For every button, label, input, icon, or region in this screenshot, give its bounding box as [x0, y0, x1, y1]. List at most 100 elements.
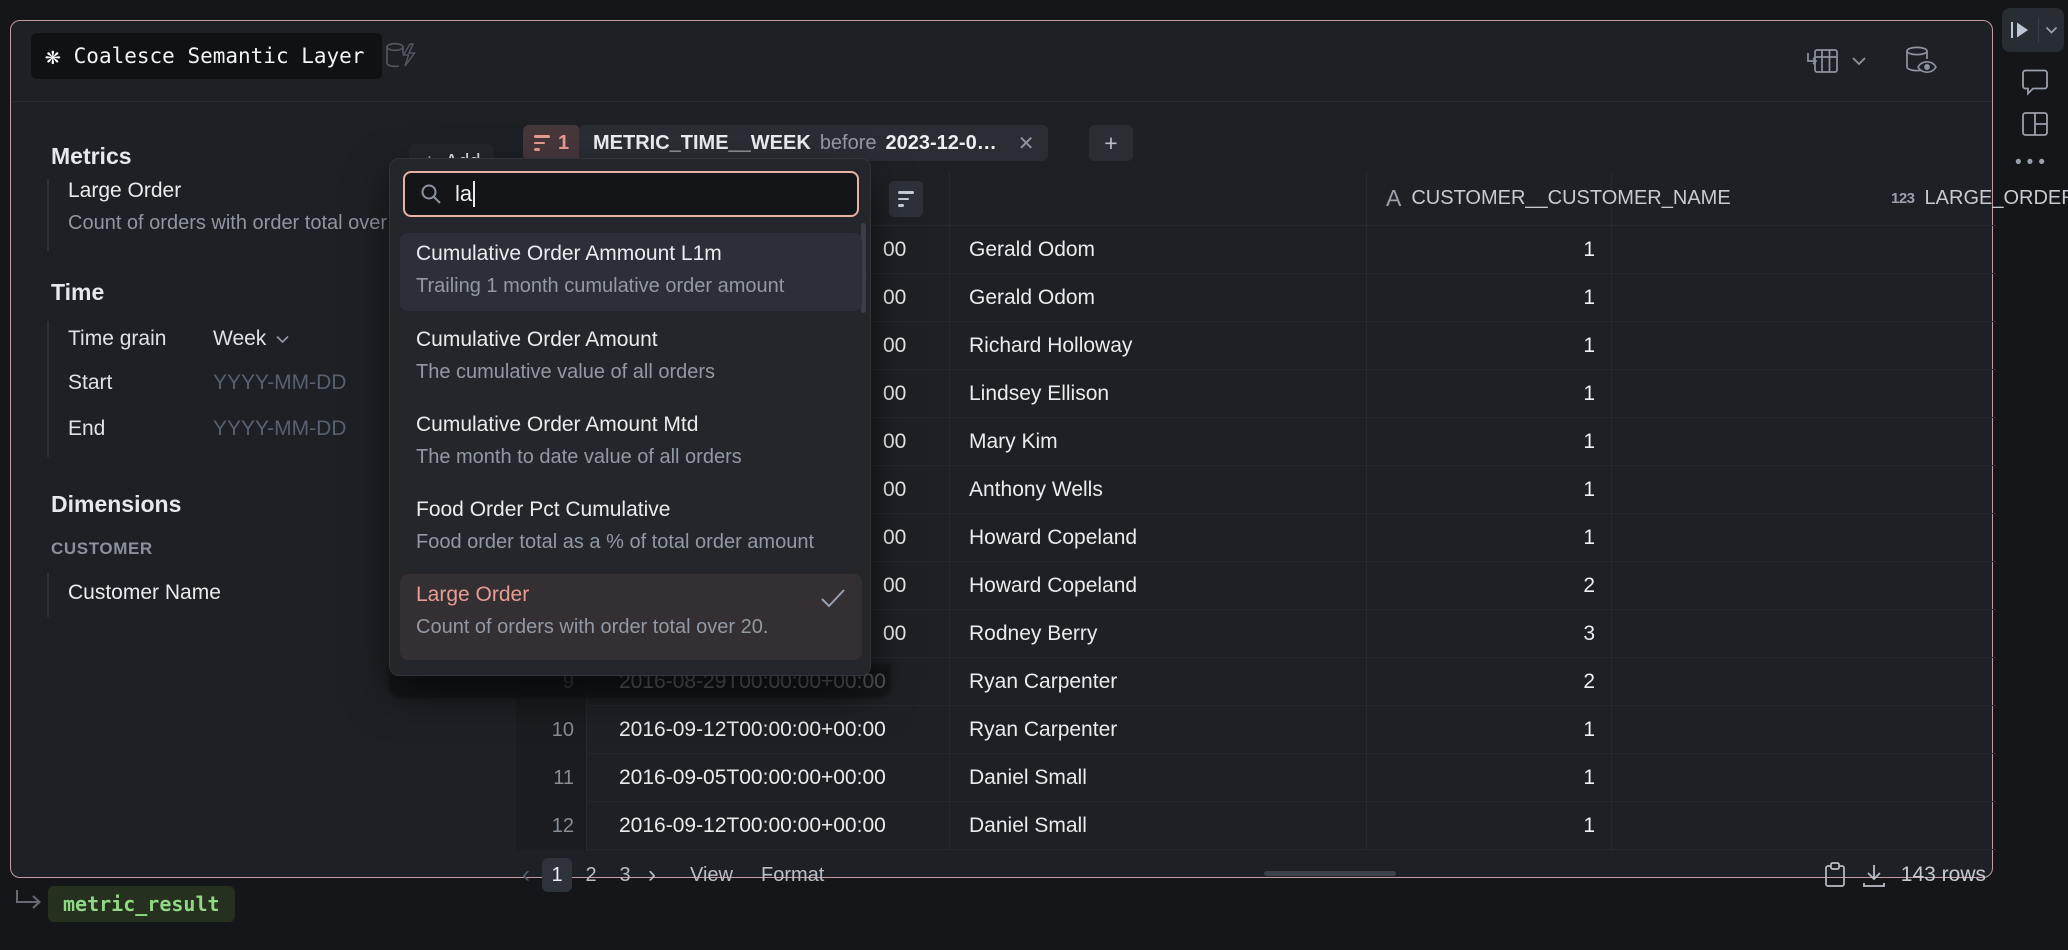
text-type-icon: A	[1386, 185, 1401, 212]
dropdown-item-title: Cumulative Order Ammount L1m	[416, 242, 846, 266]
table-row[interactable]: 122016-09-12T00:00:00+00:00Daniel Small1	[516, 802, 1996, 850]
column-header-large-order[interactable]: 123 LARGE_ORDER	[1891, 171, 2068, 226]
cell-customer-name[interactable]: Howard Copeland	[949, 514, 1366, 562]
table-row[interactable]: 102016-09-12T00:00:00+00:00Ryan Carpente…	[516, 706, 1996, 754]
cell-customer-name[interactable]: Daniel Small	[949, 802, 1366, 850]
dropdown-item-title: Food Order Pct Cumulative	[416, 498, 846, 522]
page-button-1[interactable]: 1	[542, 858, 572, 892]
row-number: 11	[516, 754, 586, 802]
cell-large-order[interactable]: 2	[1366, 562, 1611, 610]
dropdown-item[interactable]: Cumulative Order Ammount L1mTrailing 1 m…	[400, 233, 862, 311]
filter-count: 1	[558, 132, 569, 155]
end-label: End	[68, 417, 105, 441]
run-options-chevron-icon[interactable]	[2045, 26, 2058, 34]
cell-customer-name[interactable]: Gerald Odom	[949, 274, 1366, 322]
copy-table-icon[interactable]	[1823, 861, 1847, 889]
cell-large-order[interactable]: 1	[1366, 802, 1611, 850]
filter-remove-icon[interactable]: ✕	[1018, 131, 1035, 156]
database-preview-icon[interactable]	[1901, 45, 1937, 77]
dropdown-item[interactable]: Cumulative Order AmountThe cumulative va…	[400, 319, 862, 397]
database-lightning-icon[interactable]	[383, 41, 417, 71]
source-title: Coalesce Semantic Layer	[74, 44, 365, 68]
cell-customer-name[interactable]: Richard Holloway	[949, 322, 1366, 370]
run-icon	[2008, 19, 2032, 41]
filter-count-badge[interactable]: 1	[523, 125, 580, 161]
table-row[interactable]: 112016-09-05T00:00:00+00:00Daniel Small1	[516, 754, 1996, 802]
dimension-item-customer-name[interactable]: Customer Name	[68, 581, 221, 605]
format-button[interactable]: Format	[761, 864, 824, 887]
metric-cell: ❋ Coalesce Semantic Layer	[10, 20, 1993, 878]
output-variable-chip[interactable]: metric_result	[48, 886, 235, 922]
page-next-icon[interactable]: ›	[648, 861, 656, 889]
cell-customer-name[interactable]: Rodney Berry	[949, 610, 1366, 658]
start-date-input[interactable]: YYYY-MM-DD	[213, 371, 346, 395]
cell-large-order[interactable]: 1	[1366, 514, 1611, 562]
cell-customer-name[interactable]: Mary Kim	[949, 418, 1366, 466]
dropdown-item-description: Count of orders with order total over 20…	[416, 616, 846, 639]
search-query: la	[455, 181, 472, 207]
horizontal-scrollbar-thumb[interactable]	[1264, 871, 1396, 876]
cell-customer-name[interactable]: Gerald Odom	[949, 226, 1366, 274]
run-button-divider	[2038, 17, 2039, 43]
text-caret	[473, 181, 475, 207]
cell-large-order[interactable]: 1	[1366, 370, 1611, 418]
cell-customer-name[interactable]: Ryan Carpenter	[949, 658, 1366, 706]
metric-search-dropdown: la Cumulative Order Ammount L1mTrailing …	[389, 158, 871, 676]
dropdown-item-description: The month to date value of all orders	[416, 446, 846, 469]
download-icon[interactable]	[1861, 862, 1887, 888]
filter-icon	[534, 135, 550, 151]
cell-customer-name[interactable]: Howard Copeland	[949, 562, 1366, 610]
comments-icon[interactable]	[2020, 68, 2050, 96]
cell-metric-time[interactable]: 2016-09-12T00:00:00+00:00	[586, 802, 949, 850]
filter-field: METRIC_TIME__WEEK	[593, 132, 811, 155]
column-filter-icon[interactable]	[889, 181, 923, 217]
cell-large-order[interactable]: 3	[1366, 610, 1611, 658]
run-cell-button[interactable]	[2002, 8, 2064, 52]
page-button-2[interactable]: 2	[576, 858, 606, 892]
page-prev-icon[interactable]: ‹	[522, 861, 530, 889]
dropdown-item-description: The cumulative value of all orders	[416, 361, 846, 384]
cell-large-order[interactable]: 2	[1366, 658, 1611, 706]
filter-chip[interactable]: METRIC_TIME__WEEK before 2023-12-0… ✕	[579, 125, 1048, 161]
layout-view-icon[interactable]	[2020, 110, 2050, 138]
cell-customer-name[interactable]: Ryan Carpenter	[949, 706, 1366, 754]
search-input[interactable]: la	[403, 171, 859, 217]
number-type-icon: 123	[1891, 190, 1915, 207]
cell-large-order[interactable]: 1	[1366, 418, 1611, 466]
column-header-customer[interactable]: A CUSTOMER__CUSTOMER_NAME	[1386, 171, 1731, 226]
search-icon	[419, 182, 443, 206]
view-button[interactable]: View	[690, 864, 733, 887]
cell-customer-name[interactable]: Daniel Small	[949, 754, 1366, 802]
filter-value: 2023-12-0…	[886, 132, 997, 155]
cell-customer-name[interactable]: Lindsey Ellison	[949, 370, 1366, 418]
dropdown-item[interactable]: Cumulative Order Amount MtdThe month to …	[400, 404, 862, 482]
row-number: 10	[516, 706, 586, 754]
output-variable-name: metric_result	[63, 892, 220, 916]
cell-customer-name[interactable]: Anthony Wells	[949, 466, 1366, 514]
cell-large-order[interactable]: 1	[1366, 226, 1611, 274]
dimensions-heading: Dimensions	[51, 491, 181, 518]
time-grain-label: Time grain	[68, 327, 166, 351]
plus-icon: +	[1104, 130, 1117, 157]
source-chip[interactable]: ❋ Coalesce Semantic Layer	[31, 33, 382, 79]
cell-metric-time[interactable]: 2016-09-12T00:00:00+00:00	[586, 706, 949, 754]
table-export-icon[interactable]	[1805, 45, 1841, 77]
cell-large-order[interactable]: 1	[1366, 322, 1611, 370]
add-filter-button[interactable]: +	[1089, 125, 1133, 161]
metric-guide-line	[47, 179, 49, 251]
page-button-3[interactable]: 3	[610, 858, 640, 892]
cell-metric-time[interactable]: 2016-09-05T00:00:00+00:00	[586, 754, 949, 802]
dimension-guide-line	[47, 573, 49, 617]
chevron-down-icon[interactable]	[1851, 56, 1867, 66]
cell-large-order[interactable]: 1	[1366, 466, 1611, 514]
metric-item-large-order[interactable]: Large Order	[68, 179, 181, 203]
start-label: Start	[68, 371, 112, 395]
time-grain-select[interactable]: Week	[213, 327, 290, 351]
more-options-icon[interactable]: •••	[2015, 152, 2050, 174]
end-date-input[interactable]: YYYY-MM-DD	[213, 417, 346, 441]
cell-large-order[interactable]: 1	[1366, 274, 1611, 322]
cell-large-order[interactable]: 1	[1366, 706, 1611, 754]
dropdown-item[interactable]: Large OrderCount of orders with order to…	[400, 574, 862, 660]
dropdown-item[interactable]: Food Order Pct CumulativeFood order tota…	[400, 489, 862, 567]
cell-large-order[interactable]: 1	[1366, 754, 1611, 802]
